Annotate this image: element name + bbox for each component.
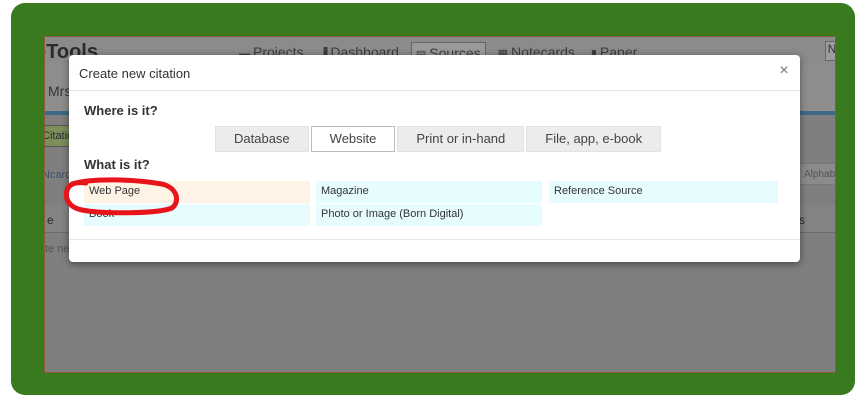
type-magazine[interactable]: Magazine xyxy=(316,181,542,203)
type-book[interactable]: Book xyxy=(84,204,310,226)
new-row-hint[interactable]: te ne xyxy=(45,243,69,255)
modal-footer-divider xyxy=(69,239,800,240)
type-photo-image[interactable]: Photo or Image (Born Digital) xyxy=(316,204,542,226)
type-reference-source[interactable]: Reference Source xyxy=(549,181,778,203)
what-question: What is it? xyxy=(84,157,150,172)
where-option-website[interactable]: Website xyxy=(310,126,396,152)
table-header-left: e xyxy=(47,213,54,227)
create-citation-modal: Create new citation × Where is it? Datab… xyxy=(69,55,800,262)
where-option-file[interactable]: File, app, e-book xyxy=(526,126,662,152)
modal-title: Create new citation xyxy=(79,66,191,81)
sort-select[interactable]: Alphab xyxy=(797,163,835,185)
where-option-print[interactable]: Print or in-hand xyxy=(397,126,525,152)
user-menu-button[interactable]: N xyxy=(825,41,835,61)
close-icon[interactable]: × xyxy=(776,63,792,79)
where-option-database[interactable]: Database xyxy=(215,126,309,152)
modal-header: Create new citation × xyxy=(69,55,800,91)
notecards-tab[interactable]: Ncard xyxy=(45,169,71,181)
user-label: Mrs xyxy=(48,83,72,99)
where-question: Where is it? xyxy=(84,103,158,118)
where-options: Database Website Print or in-hand File, … xyxy=(215,126,663,152)
type-web-page[interactable]: Web Page xyxy=(84,181,310,203)
